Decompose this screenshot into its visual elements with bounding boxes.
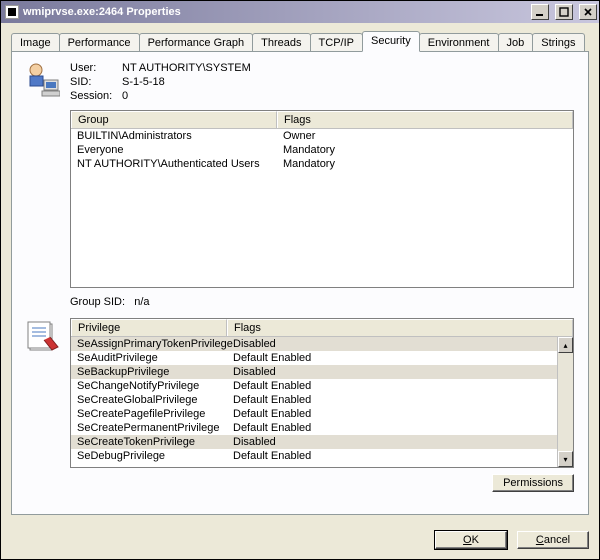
tab-security[interactable]: Security <box>362 31 420 52</box>
privileges-table[interactable]: Privilege Flags SeAssignPrimaryTokenPriv… <box>70 318 574 468</box>
tab-performance[interactable]: Performance <box>59 33 140 51</box>
groups-body: BUILTIN\AdministratorsOwnerEveryoneManda… <box>71 129 573 171</box>
privilege-flags: Default Enabled <box>233 407 311 421</box>
minimize-button[interactable] <box>531 4 549 20</box>
tab-performance-graph[interactable]: Performance Graph <box>139 33 254 51</box>
priv-header-row: Privilege Flags <box>71 319 573 337</box>
group-name: NT AUTHORITY\Authenticated Users <box>77 157 283 171</box>
tab-threads[interactable]: Threads <box>252 33 310 51</box>
permissions-button[interactable]: Permissions <box>492 474 574 492</box>
sid-value: S-1-5-18 <box>122 76 251 88</box>
group-flags: Owner <box>283 129 567 143</box>
privilege-name: SeCreatePagefilePrivilege <box>77 407 233 421</box>
groups-header-row: Group Flags <box>71 111 573 129</box>
identity-grid: User: NT AUTHORITY\SYSTEM SID: S-1-5-18 … <box>70 62 251 102</box>
privilege-name: SeBackupPrivilege <box>77 365 233 379</box>
session-value: 0 <box>122 90 251 102</box>
user-block: User: NT AUTHORITY\SYSTEM SID: S-1-5-18 … <box>26 62 574 102</box>
group-row[interactable]: BUILTIN\AdministratorsOwner <box>71 129 573 143</box>
privilege-row[interactable]: SeAuditPrivilegeDefault Enabled <box>71 351 573 365</box>
group-sid-label: Group SID: <box>70 296 125 308</box>
privilege-name: SeAssignPrimaryTokenPrivilege <box>77 337 233 351</box>
tab-image[interactable]: Image <box>11 33 60 51</box>
privilege-name: SeCreatePermanentPrivilege <box>77 421 233 435</box>
group-row[interactable]: EveryoneMandatory <box>71 143 573 157</box>
privileges-section: Privilege Flags SeAssignPrimaryTokenPriv… <box>26 318 574 468</box>
scroll-up-arrow[interactable]: ▴ <box>558 337 573 353</box>
privilege-flags: Disabled <box>233 435 276 449</box>
privilege-name: SeCreateTokenPrivilege <box>77 435 233 449</box>
priv-header-flags[interactable]: Flags <box>227 319 573 336</box>
scroll-track[interactable] <box>558 353 573 451</box>
privilege-row[interactable]: SeCreateTokenPrivilegeDisabled <box>71 435 573 449</box>
close-button[interactable] <box>579 4 597 20</box>
privilege-row[interactable]: SeCreatePagefilePrivilegeDefault Enabled <box>71 407 573 421</box>
tab-strip: ImagePerformancePerformance GraphThreads… <box>11 29 589 51</box>
privilege-name: SeAuditPrivilege <box>77 351 233 365</box>
dialog-buttons: OK Cancel <box>1 523 599 559</box>
privilege-row[interactable]: SeAssignPrimaryTokenPrivilegeDisabled <box>71 337 573 351</box>
privilege-flags: Disabled <box>233 337 276 351</box>
privilege-flags: Default Enabled <box>233 449 311 463</box>
tab-panel-security: User: NT AUTHORITY\SYSTEM SID: S-1-5-18 … <box>11 51 589 515</box>
app-icon <box>5 5 19 19</box>
privilege-row[interactable]: SeCreateGlobalPrivilegeDefault Enabled <box>71 393 573 407</box>
ok-button[interactable]: OK <box>435 531 507 549</box>
privileges-icon <box>26 320 60 356</box>
group-row[interactable]: NT AUTHORITY\Authenticated UsersMandator… <box>71 157 573 171</box>
privilege-flags: Default Enabled <box>233 393 311 407</box>
tab-environment[interactable]: Environment <box>419 33 499 51</box>
groups-header-flags[interactable]: Flags <box>277 111 573 128</box>
user-value: NT AUTHORITY\SYSTEM <box>122 62 251 74</box>
maximize-button[interactable] <box>555 4 573 20</box>
groups-table[interactable]: Group Flags BUILTIN\AdministratorsOwnerE… <box>70 110 574 288</box>
privilege-name: SeCreateGlobalPrivilege <box>77 393 233 407</box>
user-label: User: <box>70 62 122 74</box>
privilege-row[interactable]: SeChangeNotifyPrivilegeDefault Enabled <box>71 379 573 393</box>
group-sid-row: Group SID: n/a <box>70 296 574 308</box>
privilege-flags: Disabled <box>233 365 276 379</box>
session-label: Session: <box>70 90 122 102</box>
properties-window: wmiprvse.exe:2464 Properties ImagePerfor… <box>0 0 600 560</box>
privilege-flags: Default Enabled <box>233 351 311 365</box>
privilege-flags: Default Enabled <box>233 421 311 435</box>
privilege-row[interactable]: SeDebugPrivilegeDefault Enabled <box>71 449 573 463</box>
groups-header-group[interactable]: Group <box>71 111 277 128</box>
tab-tcp/ip[interactable]: TCP/IP <box>310 33 363 51</box>
group-flags: Mandatory <box>283 143 567 157</box>
privilege-row[interactable]: SeCreatePermanentPrivilegeDefault Enable… <box>71 421 573 435</box>
window-title: wmiprvse.exe:2464 Properties <box>23 6 525 18</box>
sid-label: SID: <box>70 76 122 88</box>
priv-header-privilege[interactable]: Privilege <box>71 319 227 336</box>
computer-icon <box>26 62 60 98</box>
group-sid-value: n/a <box>134 296 149 308</box>
privilege-name: SeDebugPrivilege <box>77 449 233 463</box>
permissions-row: Permissions <box>26 474 574 492</box>
scroll-down-arrow[interactable]: ▾ <box>558 451 573 467</box>
titlebar[interactable]: wmiprvse.exe:2464 Properties <box>1 1 599 23</box>
group-flags: Mandatory <box>283 157 567 171</box>
cancel-button[interactable]: Cancel <box>517 531 589 549</box>
priv-body: SeAssignPrimaryTokenPrivilegeDisabledSeA… <box>71 337 573 467</box>
privilege-flags: Default Enabled <box>233 379 311 393</box>
privilege-row[interactable]: SeBackupPrivilegeDisabled <box>71 365 573 379</box>
group-name: Everyone <box>77 143 283 157</box>
tab-strings[interactable]: Strings <box>532 33 584 51</box>
tab-job[interactable]: Job <box>498 33 534 51</box>
priv-scrollbar[interactable]: ▴ ▾ <box>557 337 573 467</box>
group-name: BUILTIN\Administrators <box>77 129 283 143</box>
privilege-name: SeChangeNotifyPrivilege <box>77 379 233 393</box>
client-area: ImagePerformancePerformance GraphThreads… <box>1 23 599 523</box>
